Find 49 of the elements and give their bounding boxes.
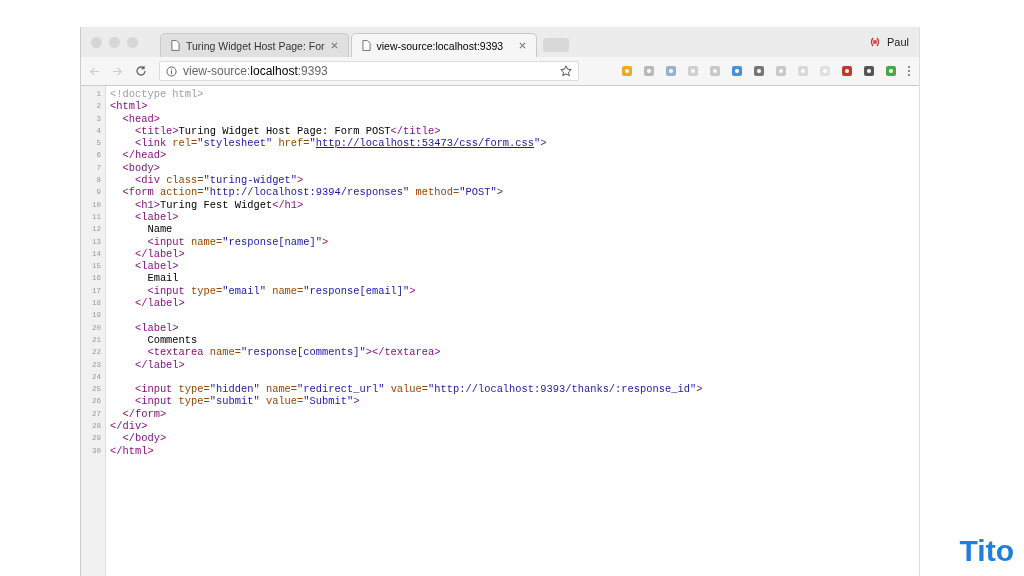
extension-icon[interactable] — [731, 65, 743, 77]
close-icon[interactable] — [518, 42, 526, 49]
code-line: <link rel="stylesheet" href="http://localhost:53473/css/form.css"> — [134, 137, 547, 150]
code-line: </form> — [122, 407, 167, 420]
code-line: <head> — [122, 112, 160, 125]
code-line: </div> — [110, 420, 148, 432]
reload-icon[interactable] — [135, 65, 147, 77]
code-line: <input type="hidden" name="redirect_url" value="http://localhost:9393/thanks/:response_id"> — [134, 383, 703, 396]
close-icon[interactable] — [330, 42, 338, 49]
code-line: <input type="submit" value="Submit"> — [134, 395, 360, 408]
code-line: </label> — [134, 358, 185, 371]
code-line: <!doctype html> — [110, 88, 204, 100]
code-line: <textarea name="response[comments]"></textarea> — [147, 346, 441, 359]
extension-icon[interactable] — [753, 65, 765, 77]
code-line: <body> — [122, 161, 160, 174]
browser-tab[interactable]: Turing Widget Host Page: For — [160, 33, 349, 57]
browser-tab[interactable]: view-source:localhost:9393 — [350, 33, 537, 57]
code-line: Email — [147, 272, 179, 285]
page-icon — [171, 40, 180, 51]
code-line: <form action="http://localhost:9394/responses" method="POST"> — [122, 186, 503, 199]
info-icon — [166, 65, 177, 77]
code-line: Name — [147, 223, 173, 236]
profile-name[interactable]: Paul — [886, 36, 909, 48]
back-icon[interactable] — [89, 65, 100, 77]
code-line: </body> — [122, 432, 167, 445]
code-line: <title>Turing Widget Host Page: Form POST</title> — [134, 124, 441, 137]
forward-icon[interactable] — [112, 65, 123, 77]
extension-icon[interactable] — [863, 65, 875, 77]
extension-icon[interactable] — [841, 65, 853, 77]
code-line: </html> — [110, 444, 154, 457]
code-line: <label> — [134, 260, 179, 273]
code-line: <html> — [110, 100, 148, 113]
code-line: <h1>Turing Fest Widget</h1> — [134, 198, 304, 211]
star-icon[interactable] — [560, 65, 572, 77]
logo: Tito — [959, 534, 1014, 568]
code-link[interactable]: http://localhost:53473/css/form.css — [315, 137, 535, 150]
code-line: Comments — [147, 333, 198, 346]
code-line: <input type="email" name="response[email]"> — [147, 284, 416, 297]
menu-icon[interactable] — [907, 65, 911, 77]
code-line: <label> — [134, 321, 179, 334]
code-line: <div class="turing-widget"> — [134, 174, 304, 187]
code-line: </label> — [134, 297, 185, 310]
code-line: </label> — [134, 247, 185, 260]
code-line: <input name="response[name]"> — [147, 235, 329, 248]
address-field[interactable]: view-source:localhost:9393 — [159, 61, 579, 81]
code-line: <label> — [134, 210, 179, 223]
profile-icon — [869, 37, 880, 47]
page-icon — [361, 40, 371, 51]
code-line: </head> — [122, 149, 167, 162]
